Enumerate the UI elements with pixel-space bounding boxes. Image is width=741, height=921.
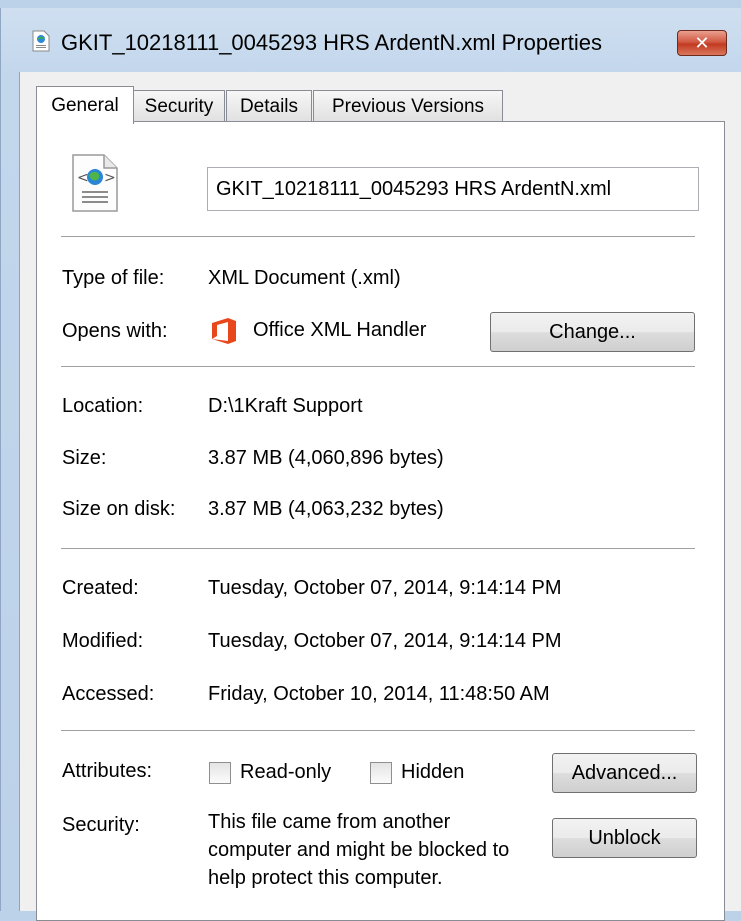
modified-value: Tuesday, October 07, 2014, 9:14:14 PM [208,630,562,652]
accessed-value: Friday, October 10, 2014, 11:48:50 AM [208,683,550,705]
tab-details[interactable]: Details [226,90,312,122]
accessed-label: Accessed: [62,683,155,705]
modified-label: Modified: [62,630,144,652]
tab-security[interactable]: Security [133,90,225,122]
read-only-label[interactable]: Read-only [240,761,331,784]
tab-previous-versions-label: Previous Versions [331,95,485,117]
separator [61,548,695,549]
security-message: This file came from another computer and… [208,811,510,889]
tab-previous-versions[interactable]: Previous Versions [313,90,503,122]
window-title: GKIT_10218111_0045293 HRS ArdentN.xml Pr… [61,30,602,55]
file-name-input[interactable] [207,167,699,211]
general-tab-page: < > Type of file: XML Document (.xml) Op… [36,121,725,921]
opens-with-label: Opens with: [62,320,168,342]
location-value: D:\1Kraft Support [208,395,363,417]
size-on-disk-value: 3.87 MB (4,063,232 bytes) [208,498,444,520]
close-button[interactable]: ✕ [677,30,727,56]
office-logo-icon [212,318,236,344]
svg-text:<: < [77,170,89,186]
separator [61,236,695,237]
size-label: Size: [62,447,107,469]
tab-general[interactable]: General [36,86,134,124]
svg-text:>: > [104,170,116,186]
location-label: Location: [62,395,144,417]
properties-window: GKIT_10218111_0045293 HRS ArdentN.xml Pr… [0,8,741,921]
type-of-file-value: XML Document (.xml) [208,267,401,289]
hidden-label[interactable]: Hidden [401,761,464,784]
tab-general-label: General [51,94,119,116]
opens-with-value: Office XML Handler [253,319,427,341]
read-only-checkbox[interactable] [209,762,231,784]
type-of-file-label: Type of file: [62,267,165,289]
advanced-button[interactable]: Advanced... [552,753,697,793]
dialog-client-area: General Security Details Previous Versio… [19,72,741,921]
attributes-label: Attributes: [62,760,153,782]
created-label: Created: [62,577,139,599]
separator [61,366,695,367]
close-icon: ✕ [694,32,710,54]
title-bar[interactable]: GKIT_10218111_0045293 HRS ArdentN.xml Pr… [1,8,741,78]
change-button[interactable]: Change... [490,312,695,352]
unblock-button[interactable]: Unblock [552,818,697,858]
security-label: Security: [62,814,140,836]
separator [61,730,695,731]
hidden-checkbox[interactable] [370,762,392,784]
xml-document-icon: < > [72,154,118,212]
tab-details-label: Details [239,95,299,117]
size-on-disk-label: Size on disk: [62,498,176,520]
tab-security-label: Security [144,95,214,117]
size-value: 3.87 MB (4,060,896 bytes) [208,447,444,469]
xml-file-title-icon [32,30,50,52]
created-value: Tuesday, October 07, 2014, 9:14:14 PM [208,577,562,599]
